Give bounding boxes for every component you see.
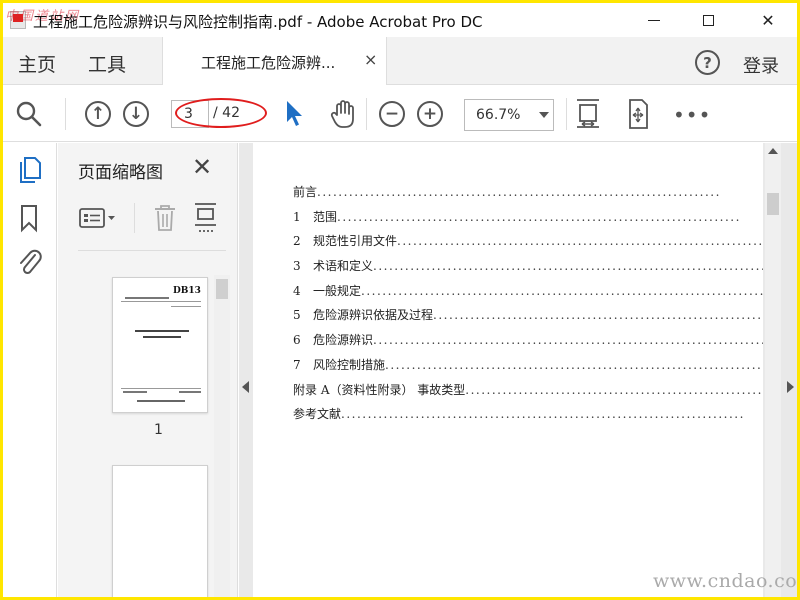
chevron-down-icon <box>539 112 549 118</box>
tab-tools[interactable]: 工具 <box>88 50 126 77</box>
toc-entry[interactable]: 1 范围.....................................… <box>293 208 763 233</box>
collapse-left-pane-icon[interactable] <box>242 381 249 393</box>
expand-right-pane-icon[interactable] <box>787 381 794 393</box>
tab-document[interactable]: 工程施工危险源辨... × <box>162 37 387 85</box>
toolbar-divider <box>566 98 567 130</box>
highlight-annotation-oval <box>175 98 267 128</box>
toc-entry[interactable]: 5 危险源辨识依据及过程.............................… <box>293 306 763 331</box>
fit-page-icon[interactable] <box>573 97 603 131</box>
page-thumbnail-1[interactable]: DB13 <box>112 277 208 413</box>
thumbnail-header-text: DB13 <box>173 286 201 296</box>
document-scrollbar[interactable] <box>765 143 781 597</box>
page-thumbnails-panel: 页面缩略图 ✕ DB13 1 <box>58 143 238 597</box>
bookmark-icon[interactable] <box>17 203 41 233</box>
toolbar-divider <box>366 98 367 130</box>
toc-entry[interactable]: 附录 A（资料性附录） 事故类型 .......................… <box>293 381 763 406</box>
options-menu-icon[interactable] <box>78 205 118 231</box>
page-thumbnails-icon[interactable] <box>17 155 43 185</box>
tab-bar: 主页 工具 工程施工危险源辨... × ? 登录 <box>3 37 797 85</box>
toc-entry[interactable]: 前言......................................… <box>293 183 763 208</box>
zoom-select[interactable]: 66.7% <box>464 99 554 131</box>
toc-entry[interactable]: 6 危险源辨识..................................… <box>293 331 763 356</box>
app-window: 中国道站网 工程施工危险源辨识与风险控制指南.pdf - Adobe Acrob… <box>3 3 797 597</box>
zoom-value: 66.7% <box>476 107 521 123</box>
close-icon: ✕ <box>761 10 775 30</box>
maximize-button[interactable] <box>685 3 731 37</box>
zoom-in-button[interactable]: + <box>417 101 443 127</box>
toc-entry[interactable]: 4 一般规定...................................… <box>293 282 763 307</box>
thumbnail-page-number: 1 <box>154 422 163 438</box>
minimize-button[interactable] <box>631 3 677 37</box>
document-tab-label: 工程施工危险源辨... <box>201 54 336 72</box>
more-tools-button[interactable]: ••• <box>673 103 711 127</box>
panel-toolbar <box>78 201 226 251</box>
toolbar: ↑ ↓ 3 / 42 − + 66.7% ••• <box>3 86 797 142</box>
previous-page-button[interactable]: ↑ <box>85 101 111 127</box>
toc-entry[interactable]: 参考文献....................................… <box>293 405 763 430</box>
minimize-icon <box>648 19 660 21</box>
close-tab-button[interactable]: × <box>364 50 377 69</box>
scrollbar-thumb[interactable] <box>216 279 228 299</box>
close-window-button[interactable]: ✕ <box>745 3 791 37</box>
scroll-up-arrow-icon[interactable] <box>768 148 778 154</box>
thumbnail-scrollbar[interactable] <box>214 275 230 597</box>
maximize-icon <box>702 14 714 26</box>
plus-icon: + <box>422 103 438 124</box>
panel-title: 页面缩略图 <box>78 163 163 183</box>
search-icon[interactable] <box>15 100 43 128</box>
arrow-up-icon: ↑ <box>90 103 106 124</box>
login-button[interactable]: 登录 <box>743 52 779 78</box>
help-icon[interactable]: ? <box>695 50 720 75</box>
attachment-icon[interactable] <box>17 247 43 277</box>
select-cursor-icon[interactable] <box>284 99 306 129</box>
next-page-button[interactable]: ↓ <box>123 101 149 127</box>
title-bar: 中国道站网 工程施工危险源辨识与风险控制指南.pdf - Adobe Acrob… <box>3 3 797 37</box>
pdf-page: 前言......................................… <box>253 143 763 597</box>
navigation-rail <box>3 143 57 597</box>
toc-entry[interactable]: 2 规范性引用文件................................… <box>293 232 763 257</box>
arrow-down-icon: ↓ <box>128 103 144 124</box>
close-panel-button[interactable]: ✕ <box>192 153 212 181</box>
minus-icon: − <box>384 103 400 124</box>
panel-divider <box>134 203 135 233</box>
tab-home[interactable]: 主页 <box>18 50 56 77</box>
toc-entry[interactable]: 3 术语和定义..................................… <box>293 257 763 282</box>
watermark-bottom: www.cndao.com <box>653 570 797 592</box>
window-title: 工程施工危险源辨识与风险控制指南.pdf - Adobe Acrobat Pro… <box>33 13 483 31</box>
document-view: 前言......................................… <box>239 143 797 597</box>
page-display-icon[interactable] <box>623 97 653 131</box>
hand-tool-icon[interactable] <box>328 98 360 130</box>
toolbar-divider <box>65 98 66 130</box>
toc-entry[interactable]: 7 风险控制措施.................................… <box>293 356 763 381</box>
scrollbar-thumb[interactable] <box>767 193 779 215</box>
trash-icon[interactable] <box>152 203 178 233</box>
table-of-contents: 前言......................................… <box>293 183 763 430</box>
page-thumbnail-2[interactable] <box>112 465 208 597</box>
zoom-out-button[interactable]: − <box>379 101 405 127</box>
insert-page-icon[interactable] <box>192 201 220 233</box>
